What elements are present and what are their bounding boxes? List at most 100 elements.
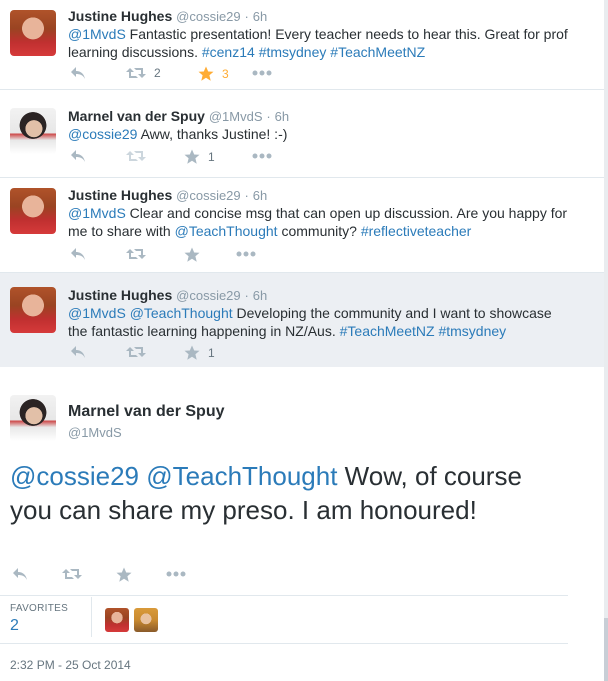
retweet-icon [126, 66, 146, 80]
tweet-text: @cossie29 Aww, thanks Justine! :-) [68, 125, 568, 143]
tweet-time[interactable]: 6h [253, 188, 267, 203]
favorite-count: 1 [208, 150, 215, 164]
reply-button[interactable] [12, 567, 28, 581]
expanded-tweet: Marnel van der Spuy @1MvdS @cossie29 @Te… [0, 367, 604, 681]
favorite-button[interactable] [116, 567, 132, 583]
tweet-actions: 1 [70, 149, 330, 169]
favoriter-avatar[interactable] [105, 608, 129, 632]
reply-icon [70, 149, 86, 163]
favorite-count: 3 [222, 67, 229, 81]
user-name[interactable]: Justine Hughes [68, 287, 172, 303]
favorite-button[interactable]: 3 [198, 66, 229, 82]
tweet-text: @1MvdS @TeachThought Developing the comm… [68, 304, 568, 340]
more-button[interactable] [236, 251, 256, 257]
avatar[interactable] [10, 108, 56, 154]
user-handle[interactable]: @cossie29 [176, 9, 241, 24]
retweet-button[interactable] [62, 567, 82, 581]
tweet-text: @1MvdS Clear and concise msg that can op… [68, 204, 568, 240]
favorite-button[interactable]: 1 [184, 345, 215, 361]
star-icon [184, 247, 200, 263]
retweet-button[interactable]: 2 [126, 66, 161, 80]
favoriter-avatar[interactable] [134, 608, 158, 632]
tweet-timestamp[interactable]: 2:32 PM - 25 Oct 2014 [10, 658, 131, 672]
mention-link[interactable]: @TeachThought [175, 223, 278, 239]
more-icon [166, 571, 186, 577]
reply-button[interactable] [70, 345, 86, 359]
user-handle[interactable]: @cossie29 [176, 288, 241, 303]
retweet-icon [126, 345, 146, 359]
retweet-count: 2 [154, 66, 161, 80]
retweet-button[interactable] [126, 345, 146, 359]
tweet-time[interactable]: 6h [253, 288, 267, 303]
avatar[interactable] [10, 188, 56, 234]
tweet-actions: 1 [70, 345, 330, 365]
tweet-text: @cossie29 @TeachThought Wow, of course y… [10, 459, 530, 527]
user-handle[interactable]: @1MvdS [209, 109, 263, 124]
avatar[interactable] [10, 287, 56, 333]
favorite-button[interactable] [184, 247, 200, 263]
hashtag-link[interactable]: #tmsydney [259, 44, 327, 60]
hashtag-link[interactable]: #cenz14 [202, 44, 255, 60]
mention-link[interactable]: @1MvdS [68, 205, 126, 221]
mention-link[interactable]: @TeachThought [146, 461, 337, 491]
divider [0, 643, 568, 644]
tweet[interactable]: Marnel van der Spuy @1MvdS · 6h @cossie2… [0, 90, 604, 178]
tweet-actions [12, 567, 312, 587]
tweet[interactable]: Justine Hughes @cossie29 · 6h @1MvdS @Te… [0, 273, 604, 367]
favorites-count[interactable]: 2 [10, 617, 19, 635]
favorite-count: 1 [208, 346, 215, 360]
user-name[interactable]: Justine Hughes [68, 187, 172, 203]
user-name[interactable]: Marnel van der Spuy [68, 108, 205, 124]
star-icon [198, 66, 214, 82]
more-icon [252, 153, 272, 159]
tweet[interactable]: Justine Hughes @cossie29 · 6h @1MvdS Cle… [0, 178, 604, 273]
more-icon [252, 70, 272, 76]
mention-link[interactable]: @1MvdS [68, 305, 126, 321]
scroll-track [604, 0, 608, 681]
reply-icon [70, 247, 86, 261]
reply-button[interactable] [70, 66, 86, 80]
user-name[interactable]: Justine Hughes [68, 8, 172, 24]
avatar[interactable] [10, 395, 56, 441]
tweet-header: Justine Hughes @cossie29 · 6h [68, 287, 268, 303]
more-button[interactable] [252, 153, 272, 159]
user-handle[interactable]: @1MvdS [68, 425, 122, 440]
tweet-time[interactable]: 6h [253, 9, 267, 24]
favorites-label: FAVORITES [10, 603, 69, 614]
tweet-text: @1MvdS Fantastic presentation! Every tea… [68, 25, 568, 61]
retweet-icon [126, 149, 146, 163]
star-icon [184, 149, 200, 165]
reply-button[interactable] [70, 247, 86, 261]
scrollbar-thumb[interactable] [604, 618, 608, 681]
avatar[interactable] [10, 10, 56, 56]
tweet-header: Justine Hughes @cossie29 · 6h [68, 8, 268, 24]
reply-button[interactable] [70, 149, 86, 163]
mention-link[interactable]: @cossie29 [10, 461, 139, 491]
user-name[interactable]: Marnel van der Spuy [68, 403, 225, 421]
tweet-text-segment: Aww, thanks Justine! :-) [137, 126, 288, 142]
divider [0, 595, 568, 596]
mention-link[interactable]: @1MvdS [68, 26, 126, 42]
tweet[interactable]: Justine Hughes @cossie29 · 6h @1MvdS Fan… [0, 0, 604, 90]
retweet-button[interactable] [126, 149, 146, 163]
mention-link[interactable]: @TeachThought [130, 305, 233, 321]
more-icon [236, 251, 256, 257]
mention-link[interactable]: @cossie29 [68, 126, 137, 142]
star-icon [116, 567, 132, 583]
user-handle[interactable]: @cossie29 [176, 188, 241, 203]
hashtag-link[interactable]: #reflectiveteacher [361, 223, 472, 239]
hashtag-link[interactable]: #TeachMeetNZ [340, 323, 435, 339]
reply-icon [70, 345, 86, 359]
retweet-button[interactable] [126, 247, 146, 261]
tweet-time[interactable]: 6h [275, 109, 289, 124]
retweet-icon [62, 567, 82, 581]
hashtag-link[interactable]: #TeachMeetNZ [330, 44, 425, 60]
hashtag-link[interactable]: #tmsydney [438, 323, 506, 339]
more-button[interactable] [166, 571, 186, 577]
reply-icon [12, 567, 28, 581]
retweet-icon [126, 247, 146, 261]
favorite-button[interactable]: 1 [184, 149, 215, 165]
more-button[interactable] [252, 70, 272, 76]
tweet-actions [70, 247, 330, 267]
tweet-actions: 2 3 [70, 66, 330, 86]
